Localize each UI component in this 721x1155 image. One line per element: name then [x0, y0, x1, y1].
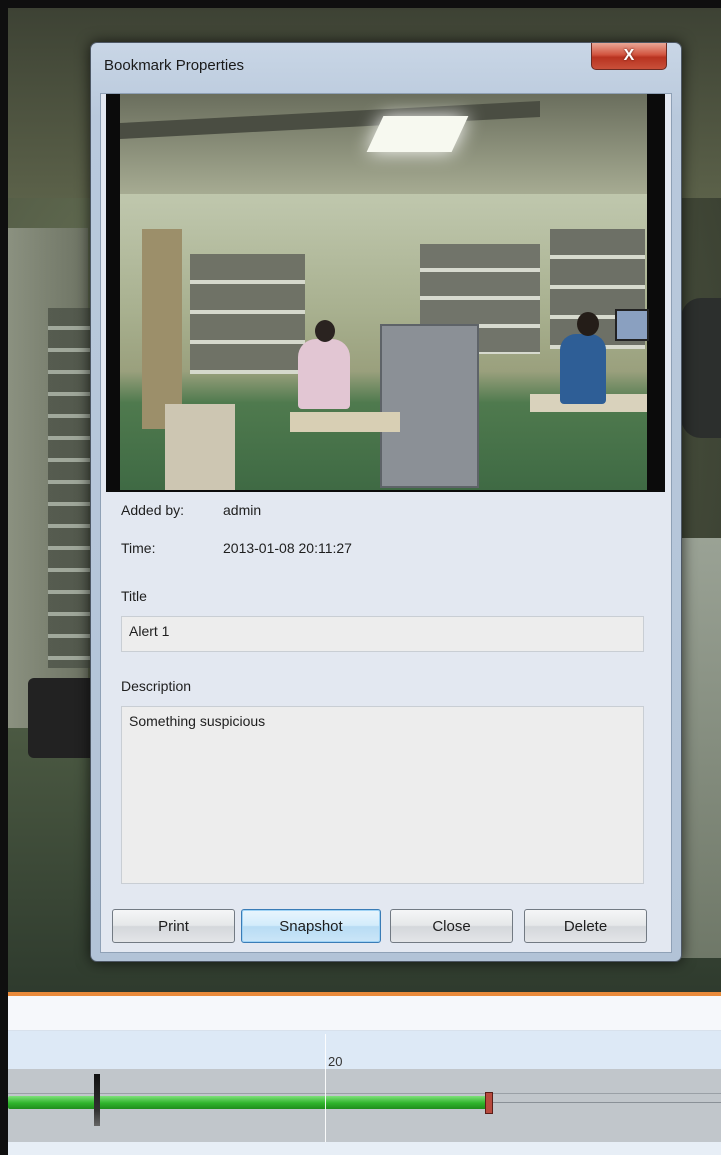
added-by-label: Added by:	[121, 502, 185, 518]
close-button[interactable]: Close	[390, 909, 513, 943]
scene-light	[366, 116, 469, 152]
bookmark-properties-dialog: Bookmark Properties X Added by: admin Ti…	[90, 42, 682, 962]
time-label: Time:	[121, 540, 156, 556]
snapshot-scene	[120, 94, 649, 490]
scene-cabinet	[165, 404, 235, 490]
print-button[interactable]: Print	[112, 909, 235, 943]
bookmark-marker[interactable]	[94, 1074, 100, 1126]
dialog-title: Bookmark Properties	[104, 57, 245, 74]
snapshot-button[interactable]: Snapshot	[241, 909, 381, 943]
title-label: Title	[121, 588, 147, 604]
playhead-marker[interactable]	[485, 1092, 493, 1114]
playback-timeline[interactable]: 20	[8, 992, 721, 1155]
scene-desk	[290, 412, 400, 432]
description-label: Description	[121, 678, 192, 694]
recording-segment[interactable]	[8, 1096, 488, 1109]
timeline-header	[8, 996, 721, 1031]
dialog-content: Added by: admin Time: 2013-01-08 20:11:2…	[100, 93, 672, 953]
timeline-empty-segment	[488, 1102, 721, 1103]
scene-shelf	[190, 254, 305, 374]
scene-person-head	[577, 312, 599, 336]
delete-button[interactable]: Delete	[524, 909, 647, 943]
timeline-footer	[8, 1142, 721, 1155]
scene-person-head	[315, 320, 335, 342]
description-field[interactable]: Something suspicious	[121, 706, 644, 884]
timeline-tick	[325, 1034, 326, 1152]
background-object	[28, 678, 98, 758]
close-icon: X	[623, 47, 635, 64]
scene-monitor	[615, 309, 649, 341]
time-value: 2013-01-08 20:11:27	[223, 540, 352, 556]
title-field[interactable]: Alert 1	[121, 616, 644, 652]
background-person	[681, 298, 721, 438]
window-close-button[interactable]: X	[591, 43, 667, 70]
timeline-ruler[interactable]	[8, 1031, 721, 1069]
timeline-track-line	[8, 1093, 721, 1094]
added-by-value: admin	[223, 502, 262, 518]
scene-door	[142, 229, 182, 429]
scene-person	[298, 339, 350, 409]
scene-partition	[380, 324, 479, 488]
timeline-tick-label: 20	[328, 1054, 343, 1069]
scene-person	[560, 334, 606, 404]
dialog-titlebar[interactable]: Bookmark Properties X	[91, 43, 681, 93]
bookmark-snapshot-image	[106, 94, 665, 492]
